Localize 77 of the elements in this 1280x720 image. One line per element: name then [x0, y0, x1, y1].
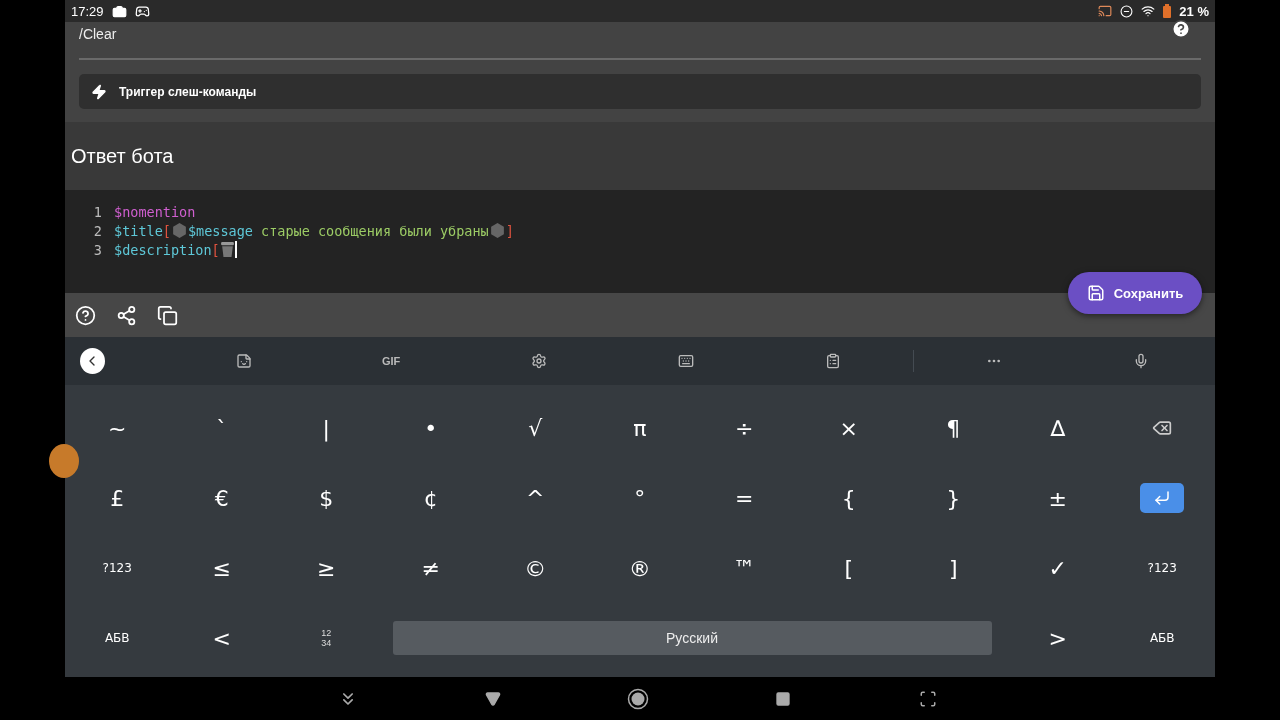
keyboard-key[interactable]: =	[692, 463, 797, 533]
trigger-bar[interactable]: Триггер слеш-команды	[79, 74, 1201, 109]
backspace-icon[interactable]	[1152, 418, 1173, 438]
keyboard-key[interactable]: 12 34	[274, 603, 379, 673]
lightning-icon	[91, 83, 107, 100]
keyboard-key[interactable]: <	[169, 603, 274, 673]
command-field[interactable]: /Clear	[79, 22, 1201, 60]
keyboard-key[interactable]: π	[587, 393, 692, 463]
floating-bubble[interactable]	[49, 444, 79, 478]
status-time: 17:29	[71, 3, 104, 19]
line-number: 3	[92, 241, 102, 258]
keyboard-key[interactable]: |	[274, 393, 379, 463]
keyboard-key[interactable]: >	[1005, 603, 1110, 673]
keyboard-key[interactable]: ¢	[378, 463, 483, 533]
share-icon[interactable]	[116, 304, 137, 326]
keyboard-key[interactable]: •	[378, 393, 483, 463]
keyboard-key[interactable]: ÷	[692, 393, 797, 463]
battery-percent: 21 %	[1179, 3, 1209, 19]
keyboard-key[interactable]: $	[274, 463, 379, 533]
code-token: $description	[114, 241, 212, 258]
code-token: [	[162, 222, 171, 239]
settings-icon[interactable]	[530, 353, 547, 369]
section-title: Ответ бота	[71, 144, 174, 168]
code-token: [	[211, 241, 220, 258]
battery-icon	[1163, 4, 1172, 18]
sticker-icon[interactable]	[235, 353, 252, 369]
keyboard-key[interactable]: ?123	[1110, 533, 1215, 603]
copy-icon[interactable]	[157, 304, 178, 326]
keyboard-key[interactable]: ^	[483, 463, 588, 533]
keyboard-key[interactable]: [	[796, 533, 901, 603]
back-button[interactable]	[80, 348, 105, 374]
keyboard-key[interactable]: ¶	[901, 393, 1006, 463]
keyboard-key[interactable]: ®	[587, 533, 692, 603]
code-token: ]	[505, 222, 514, 239]
save-button[interactable]: Сохранить	[1068, 272, 1202, 314]
keyboard-key[interactable]: ≠	[378, 533, 483, 603]
keyboard-key[interactable]: {	[796, 463, 901, 533]
keyboard-icon[interactable]	[677, 353, 694, 369]
keyboard-key[interactable]: АБВ	[65, 603, 170, 673]
code-token: старые сообщения были убраны	[260, 222, 489, 239]
line-number: 1	[92, 203, 102, 220]
keyboard-key[interactable]: ✓	[1005, 533, 1110, 603]
save-icon	[1086, 284, 1105, 302]
keyboard-key[interactable]: ©	[483, 533, 588, 603]
keyboard-key[interactable]: АБВ	[1110, 603, 1215, 673]
keyboard-key[interactable]: ?123	[65, 533, 170, 603]
enter-key[interactable]	[1140, 483, 1185, 513]
keyboard-key[interactable]: ™	[692, 533, 797, 603]
code-token: $nomention	[114, 203, 196, 220]
trash-icon	[219, 241, 235, 258]
keyboard-key[interactable]: }	[901, 463, 1006, 533]
do-not-disturb-icon	[1120, 4, 1134, 18]
clipboard-icon[interactable]	[825, 353, 842, 369]
keyboard-key[interactable]: ±	[1005, 463, 1110, 533]
cast-icon	[1098, 4, 1113, 18]
trigger-label: Триггер слеш-команды	[119, 84, 257, 99]
keyboard-key[interactable]: ∆	[1005, 393, 1110, 463]
keyboard-key[interactable]: £	[65, 463, 170, 533]
line-number: 2	[92, 222, 102, 239]
keyboard-key[interactable]: `	[169, 393, 274, 463]
keyboard-key[interactable]: ~	[65, 393, 170, 463]
camera-icon	[111, 3, 127, 19]
keyboard-key[interactable]: €	[169, 463, 274, 533]
keyboard-key[interactable]: ≥	[274, 533, 379, 603]
keyboard-key[interactable]: ×	[796, 393, 901, 463]
enter-icon	[1153, 489, 1172, 507]
keyboard-key[interactable]: ]	[901, 533, 1006, 603]
help-icon[interactable]	[1171, 19, 1191, 39]
keyboard-key[interactable]: √	[483, 393, 588, 463]
gamepad-icon	[134, 3, 150, 19]
keyboard-key[interactable]: ≤	[169, 533, 274, 603]
gif-button[interactable]: GIF	[317, 355, 465, 367]
space-key[interactable]: Русский	[392, 621, 992, 655]
keyboard-key[interactable]: °	[587, 463, 692, 533]
wifi-icon	[1141, 4, 1156, 18]
code-token: $title	[114, 222, 163, 239]
code-token: $message	[187, 222, 253, 239]
